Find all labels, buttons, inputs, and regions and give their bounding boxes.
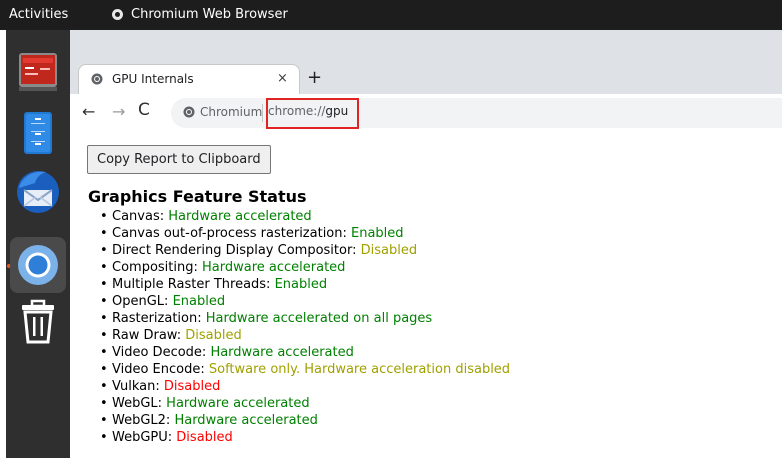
bullet-icon: • [100,277,108,292]
feature-status: Disabled [176,430,233,445]
feature-name: Compositing: [112,260,202,275]
bullet-icon: • [100,226,108,241]
bullet-icon: • [100,209,108,224]
bullet-icon: • [100,328,108,343]
bullet-icon: • [100,260,108,275]
list-item: • WebGL: Hardware accelerated [100,395,510,412]
chromium-site-icon [183,106,195,118]
feature-status: Enabled [172,294,226,309]
dock-item-chromium[interactable] [10,237,66,293]
bullet-icon: • [100,413,108,428]
tab-close-icon[interactable]: × [277,71,288,86]
feature-status: Disabled [360,243,418,258]
list-item: • Multiple Raster Threads: Enabled [100,276,510,293]
browser-toolbar: ← → C Chromium chrome://gpu [70,94,782,132]
bullet-icon: • [100,362,108,377]
bullet-icon: • [100,311,108,326]
feature-status: Hardware accelerated [210,345,354,360]
url-highlight-box [266,98,359,129]
feature-status: Software only. Hardware acceleration dis… [208,362,511,377]
dock [6,30,70,458]
feature-status: Enabled [351,226,404,241]
feature-name: WebGL: [112,396,167,411]
trash-icon [22,299,54,344]
feature-status: Enabled [274,277,328,292]
feature-name: OpenGL: [112,294,173,309]
list-item: • WebGPU: Disabled [100,429,510,446]
dock-item-files[interactable] [10,104,66,160]
chromium-icon [112,9,123,20]
feature-name: WebGPU: [112,430,177,445]
list-item: • Vulkan: Disabled [100,378,510,395]
browser-window: GPU Internals × + ← → C Chromium chrome:… [70,30,782,458]
tab-strip: GPU Internals × + [70,30,782,94]
bullet-icon: • [100,379,108,394]
list-item: • Raw Draw: Disabled [100,327,510,344]
terminal-icon [19,53,57,91]
list-item: • Compositing: Hardware accelerated [100,259,510,276]
tab-title: GPU Internals [112,72,194,86]
copy-report-button[interactable]: Copy Report to Clipboard [87,145,271,174]
list-item: • Canvas: Hardware accelerated [100,208,510,225]
chromium-favicon-icon [91,73,103,85]
app-menu[interactable]: Chromium Web Browser [112,7,288,22]
page-content: Copy Report to Clipboard Graphics Featur… [70,132,782,458]
chip-divider [262,104,263,122]
feature-status: Hardware accelerated [202,260,346,275]
feature-list: • Canvas: Hardware accelerated • Canvas out… [100,208,510,446]
list-item: • Video Encode: Software only. Hardware a… [100,361,510,378]
feature-name: WebGL2: [112,413,175,428]
feature-name: Rasterization: [112,311,206,326]
app-menu-label: Chromium Web Browser [131,7,288,22]
list-item: • Canvas out-of-process rasterization: En… [100,225,510,242]
dock-item-thunderbird[interactable] [10,164,66,220]
list-item: • OpenGL: Enabled [100,293,510,310]
feature-name: Canvas: [112,209,169,224]
feature-name: Multiple Raster Threads: [112,277,275,292]
reload-icon[interactable]: C [138,102,150,119]
thunderbird-icon [17,171,59,213]
feature-status: Disabled [185,328,242,343]
bullet-icon: • [100,243,108,258]
bullet-icon: • [100,396,108,411]
feature-status: Disabled [163,379,221,394]
feature-status: Hardware accelerated [168,209,312,224]
feature-status: Hardware accelerated on all pages [205,311,433,326]
feature-name: Vulkan: [112,379,164,394]
files-icon [24,112,52,154]
dock-item-terminal[interactable] [10,44,66,100]
list-item: • Rasterization: Hardware accelerated on … [100,310,510,327]
back-arrow-icon[interactable]: ← [82,104,95,120]
page-title: Graphics Feature Status [88,187,307,206]
list-item: • WebGL2: Hardware accelerated [100,412,510,429]
feature-status: Hardware accelerated [174,413,318,428]
new-tab-button[interactable]: + [307,67,322,88]
dock-item-trash[interactable] [10,294,66,350]
bullet-icon: • [100,430,108,445]
bullet-icon: • [100,294,108,309]
site-chip[interactable]: Chromium [200,105,262,119]
feature-status: Hardware accelerated [166,396,310,411]
feature-name: Video Encode: [112,362,209,377]
list-item: • Direct Rendering Display Compositor: Di… [100,242,510,259]
feature-name: Video Decode: [112,345,211,360]
tab-gpu-internals[interactable]: GPU Internals × [78,64,300,94]
address-bar[interactable]: Chromium chrome://gpu [171,98,782,128]
feature-name: Raw Draw: [112,328,186,343]
top-bar: Activities Chromium Web Browser [0,0,782,30]
feature-name: Direct Rendering Display Compositor: [112,243,361,258]
feature-name: Canvas out-of-process rasterization: [112,226,352,241]
activities-button[interactable]: Activities [9,7,68,22]
list-item: • Video Decode: Hardware accelerated [100,344,510,361]
chromium-icon [18,245,58,285]
bullet-icon: • [100,345,108,360]
forward-arrow-icon[interactable]: → [112,104,125,120]
